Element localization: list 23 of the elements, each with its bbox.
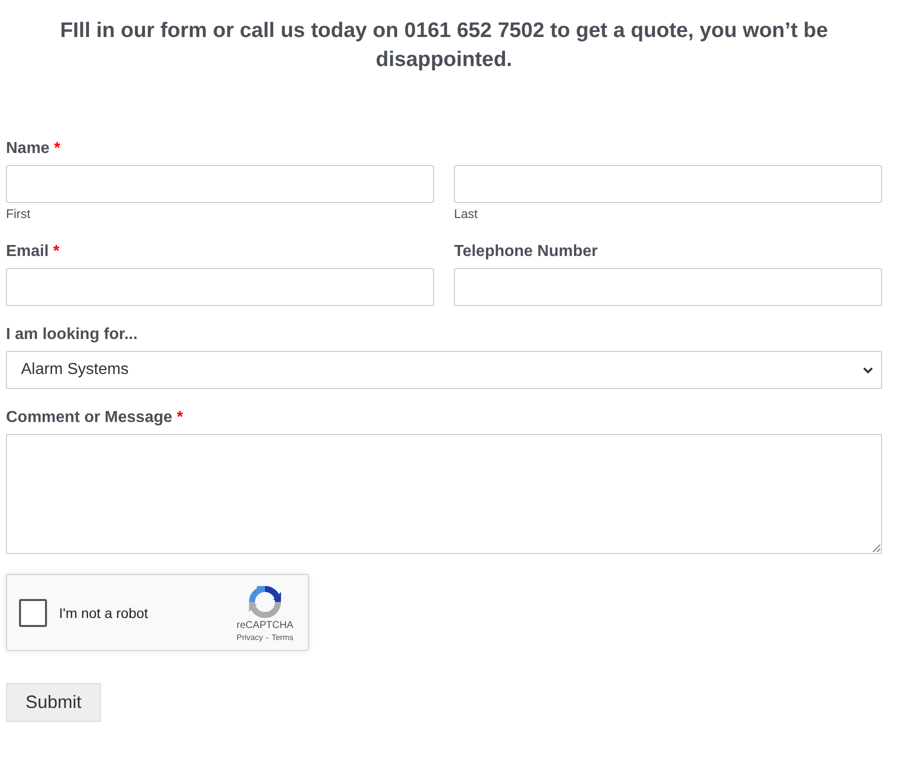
field-label: Email * bbox=[6, 242, 60, 262]
text-field[interactable] bbox=[454, 165, 882, 203]
footer-link[interactable]: Terms bbox=[272, 633, 294, 643]
text-field[interactable] bbox=[454, 268, 882, 306]
footer-link[interactable]: Privacy bbox=[236, 633, 263, 643]
field-label: Telephone Number bbox=[454, 242, 598, 262]
field-label: Comment or Message * bbox=[6, 408, 183, 428]
field-sublabel: Last bbox=[454, 206, 478, 223]
field-label: I am looking for... bbox=[6, 325, 138, 345]
message-field[interactable] bbox=[6, 434, 882, 554]
captcha-label: I'm not a robot bbox=[59, 604, 150, 620]
submit-button[interactable]: Submit bbox=[6, 683, 101, 722]
field-label: Name * bbox=[6, 139, 60, 159]
separator-text: - bbox=[266, 633, 269, 643]
select-field[interactable]: Alarm Systems bbox=[6, 351, 882, 389]
text-field[interactable] bbox=[6, 268, 434, 306]
chevron-down-icon bbox=[863, 366, 873, 374]
field-sublabel: First bbox=[6, 206, 30, 223]
captcha-checkbox[interactable] bbox=[19, 598, 47, 626]
text-field[interactable] bbox=[6, 165, 434, 203]
circular-arrows-icon bbox=[249, 586, 281, 618]
captcha-brand: reCAPTCHA bbox=[236, 620, 294, 632]
page-heading: FIll in our form or call us today on 0161 652 7502 to get a quote, you won’t be disappointed. bbox=[59, 18, 829, 73]
